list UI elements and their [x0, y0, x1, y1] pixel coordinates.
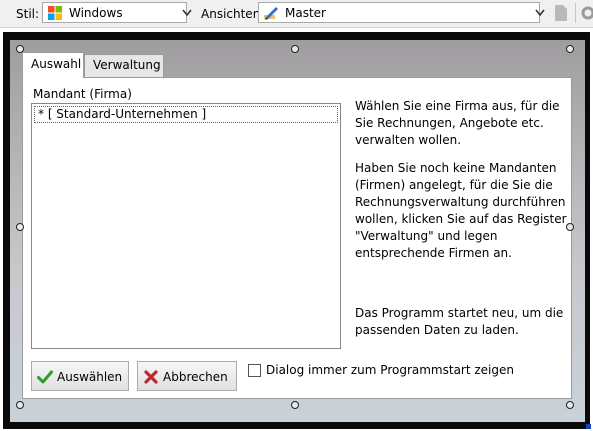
style-dropdown-value: Windows [69, 6, 123, 20]
document-icon[interactable] [552, 3, 570, 23]
resize-handle-left[interactable] [16, 223, 24, 231]
resize-handle-top[interactable] [291, 45, 299, 53]
list-item[interactable]: * [ Standard-Unternehmen ] [34, 106, 338, 123]
info-text-restart: Das Programm startet neu, um die passend… [355, 306, 564, 337]
style-label: Stil: [16, 7, 40, 21]
group-label-mandant: Mandant (Firma) [33, 87, 132, 101]
resize-handle-right[interactable] [566, 223, 574, 231]
startup-dialog-checkbox-label: Dialog immer zum Programmstart zeigen [266, 363, 514, 377]
tab-label: Verwaltung [93, 58, 161, 72]
designer-toolbar: Stil: Windows Ansichten: Master [0, 0, 593, 28]
tab-auswahl[interactable]: Auswahl [22, 52, 84, 78]
cancel-button-label: Abbrechen [163, 370, 228, 384]
style-dropdown[interactable]: Windows [42, 2, 192, 23]
settings-icon[interactable] [580, 3, 593, 23]
tab-verwaltung[interactable]: Verwaltung [84, 54, 164, 77]
cancel-button[interactable]: Abbrechen [137, 361, 237, 391]
checkmark-icon [37, 370, 53, 384]
pen-edit-icon [264, 7, 278, 20]
select-button-label: Auswählen [57, 370, 123, 384]
resize-handle-bottom-right[interactable] [566, 401, 574, 409]
resize-handle-bottom-left[interactable] [16, 401, 24, 409]
startup-dialog-checkbox[interactable] [248, 364, 261, 377]
info-text-manage: Haben Sie noch keine Mandanten (Firmen) … [355, 161, 567, 260]
info-text-select: Wählen Sie eine Firma aus, für die Sie R… [355, 99, 560, 147]
views-dropdown[interactable]: Master [258, 2, 545, 23]
views-label: Ansichten: [201, 7, 265, 21]
resize-handle-bottom[interactable] [291, 401, 299, 409]
windows-logo-icon [48, 6, 62, 20]
company-listbox[interactable]: * [ Standard-Unternehmen ] [31, 103, 341, 349]
views-dropdown-value: Master [285, 6, 326, 20]
toolbar-divider [575, 3, 576, 23]
tab-label: Auswahl [31, 57, 82, 71]
resize-handle-top-right[interactable] [566, 45, 574, 53]
close-icon [144, 370, 158, 384]
selection-corner-marker[interactable] [586, 424, 591, 429]
select-button[interactable]: Auswählen [31, 361, 129, 391]
